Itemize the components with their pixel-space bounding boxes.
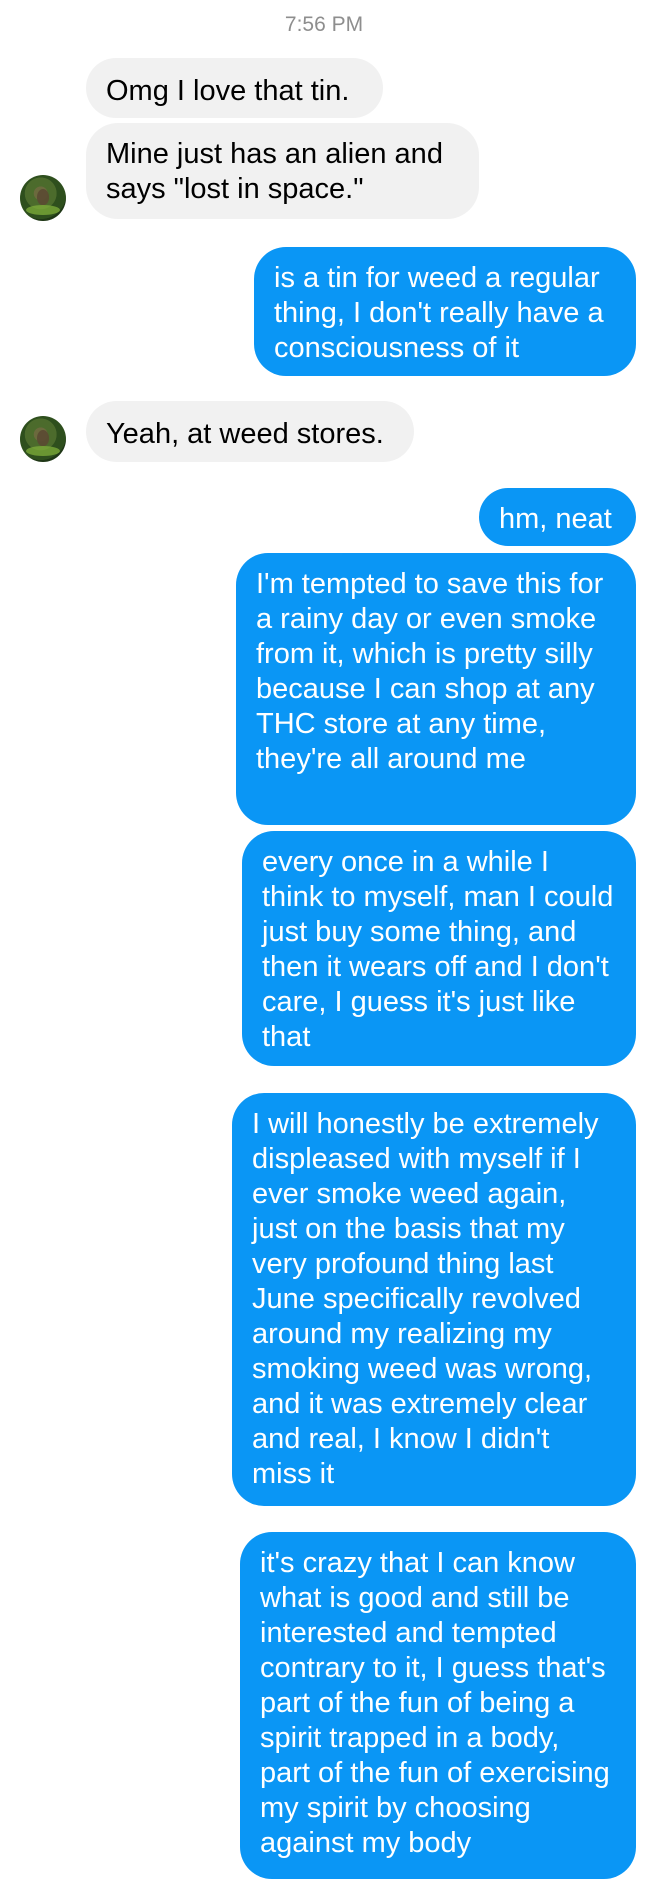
outgoing-message-bubble[interactable]: hm, neat	[479, 488, 636, 546]
outgoing-message-bubble[interactable]: it's crazy that I can know what is good …	[240, 1532, 636, 1879]
message-timestamp: 7:56 PM	[284, 13, 364, 36]
incoming-message-bubble[interactable]: Mine just has an alien and says "lost in…	[86, 123, 479, 219]
contact-avatar-icon[interactable]	[20, 416, 66, 462]
outgoing-message-bubble[interactable]: I will honestly be extremely displeased …	[232, 1093, 636, 1506]
incoming-message-bubble[interactable]: Omg I love that tin.	[86, 58, 383, 118]
outgoing-message-bubble[interactable]: is a tin for weed a regular thing, I don…	[254, 247, 636, 376]
incoming-message-bubble[interactable]: Yeah, at weed stores.	[86, 401, 414, 462]
outgoing-message-bubble[interactable]: every once in a while I think to myself,…	[242, 831, 636, 1066]
contact-avatar-icon[interactable]	[20, 175, 66, 221]
outgoing-message-bubble[interactable]: I'm tempted to save this for a rainy day…	[236, 553, 636, 825]
